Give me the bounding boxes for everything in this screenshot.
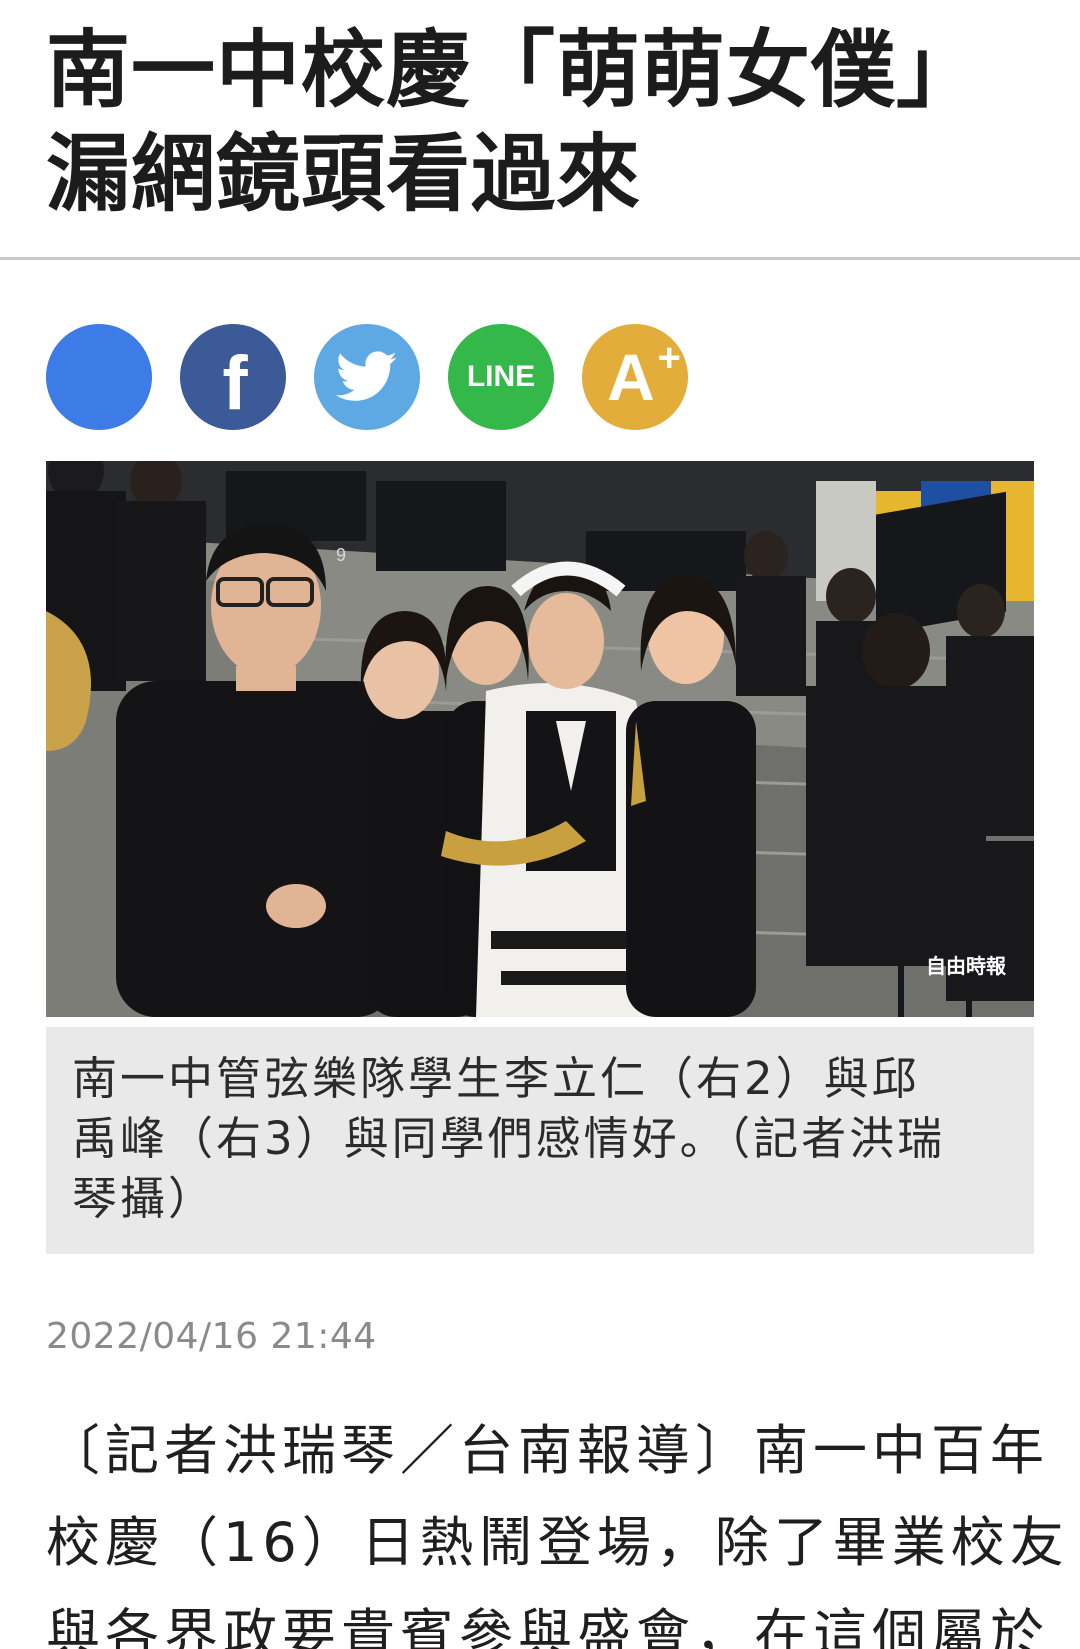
font-size-plus: +: [657, 336, 681, 380]
article-headline: 南一中校慶「萌萌女僕」 漏網鏡頭看過來: [46, 18, 1046, 226]
headline-line-2: 漏網鏡頭看過來: [46, 125, 642, 223]
share-bar: f LINE A +: [46, 324, 688, 430]
share-button[interactable]: [46, 324, 152, 430]
photo-watermark: 自由時報: [926, 954, 1007, 978]
caption-line-2: 禹峰（右3）與同學們感情好。（記者洪瑞: [72, 1112, 946, 1165]
publish-timestamp: 2022/04/16 21:44: [46, 1316, 377, 1357]
photo-illustration: 自由時報 9: [46, 461, 1034, 1017]
font-size-icon: A +: [607, 338, 681, 410]
article-photo[interactable]: 自由時報 9: [46, 461, 1034, 1017]
photo-bleacher-number: 9: [336, 545, 346, 565]
twitter-share-button[interactable]: [314, 324, 420, 430]
line-icon: LINE: [466, 360, 536, 393]
caption-line-1: 南一中管弦樂隊學生李立仁（右2）與邱: [72, 1052, 920, 1105]
facebook-icon: f: [222, 341, 248, 426]
body-line-3: 與各界政要貴賓參與盛會，在這個屬於: [46, 1603, 1049, 1649]
line-share-button[interactable]: LINE: [448, 324, 554, 430]
body-line-2: 校慶（16）日熱鬧登場，除了畢業校友: [46, 1511, 1069, 1574]
photo-caption: 南一中管弦樂隊學生李立仁（右2）與邱 禹峰（右3）與同學們感情好。（記者洪瑞 琴…: [46, 1027, 1034, 1254]
font-size-button[interactable]: A +: [582, 324, 688, 430]
article-body: 〔記者洪瑞琴／台南報導〕南一中百年 校慶（16）日熱鬧登場，除了畢業校友 與各界…: [46, 1405, 1069, 1649]
headline-divider: [0, 257, 1080, 260]
twitter-icon: [336, 351, 397, 401]
body-line-1: 〔記者洪瑞琴／台南報導〕南一中百年: [46, 1419, 1049, 1482]
font-size-letter: A: [607, 340, 655, 414]
headline-line-1: 南一中校慶「萌萌女僕」: [46, 21, 982, 119]
article-page: 南一中校慶「萌萌女僕」 漏網鏡頭看過來 f LINE A + 自由時報 9 南一…: [0, 0, 1080, 1649]
facebook-share-button[interactable]: f: [180, 324, 286, 430]
caption-line-3: 琴攝）: [72, 1172, 217, 1225]
